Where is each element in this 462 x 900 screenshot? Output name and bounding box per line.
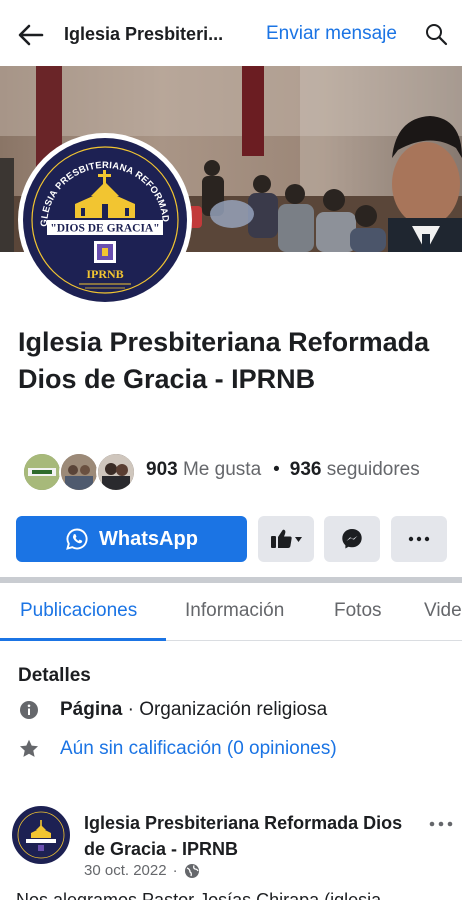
search-icon[interactable] xyxy=(424,22,448,46)
whatsapp-button[interactable]: WhatsApp xyxy=(16,516,247,562)
thumbs-up-icon xyxy=(271,529,302,548)
category-label: Página xyxy=(60,699,123,720)
whatsapp-label: WhatsApp xyxy=(99,527,198,550)
back-arrow-icon[interactable] xyxy=(18,22,44,48)
category-row: Página · Organización religiosa xyxy=(18,697,327,723)
logo-banner-text: "DIOS DE GRACIA" xyxy=(50,223,159,235)
tab-videos[interactable]: Videos xyxy=(424,600,462,622)
friend-avatar xyxy=(96,452,136,492)
details-heading: Detalles xyxy=(18,665,91,686)
post-more-icon[interactable] xyxy=(428,818,454,830)
friend-avatar xyxy=(22,452,62,492)
page-tabs: Publicaciones Información Fotos Videos xyxy=(0,585,462,641)
send-message-link[interactable]: Enviar mensaje xyxy=(266,23,397,45)
category-value: · Organización religiosa xyxy=(122,699,328,720)
followers-count: 936 xyxy=(289,459,322,480)
tab-publicaciones[interactable]: Publicaciones xyxy=(20,600,137,622)
like-button[interactable] xyxy=(258,516,314,562)
stats-separator: • xyxy=(273,459,280,480)
section-divider xyxy=(0,577,462,583)
more-options-button[interactable] xyxy=(391,516,447,562)
post-text: Nos alegramos Pastor Josías Chirapa (igl… xyxy=(16,890,382,900)
active-tab-indicator xyxy=(0,638,166,641)
messenger-button[interactable] xyxy=(324,516,380,562)
tab-informacion[interactable]: Información xyxy=(185,600,284,622)
post-meta: 30 oct. 2022 · xyxy=(84,862,200,879)
star-icon xyxy=(20,739,38,757)
page-name: Iglesia Presbiteriana Reformada Dios de … xyxy=(18,327,430,394)
followers-label: seguidores xyxy=(326,459,420,480)
rating-row: Aún sin calificación (0 opiniones) xyxy=(18,736,337,762)
whatsapp-icon xyxy=(66,528,88,550)
page-stats: 903 Me gusta • 936 seguidores xyxy=(146,459,420,481)
post-date[interactable]: 30 oct. 2022 xyxy=(84,862,167,879)
post-author-avatar[interactable] xyxy=(12,806,70,864)
church-logo: IGLESIA PRESBITERIANA REFORMADA "DIOS DE… xyxy=(23,138,187,302)
friend-avatar xyxy=(59,452,99,492)
page-title-short: Iglesia Presbiteri... xyxy=(64,24,224,44)
globe-icon xyxy=(184,863,199,878)
friend-avatars[interactable] xyxy=(22,452,136,492)
profile-picture[interactable]: IGLESIA PRESBITERIANA REFORMADA "DIOS DE… xyxy=(18,133,192,307)
likes-count: 903 xyxy=(146,459,178,480)
messenger-icon xyxy=(342,529,362,549)
rating-link[interactable]: Aún sin calificación (0 opiniones) xyxy=(60,738,337,760)
likes-label: Me gusta xyxy=(182,459,262,480)
top-bar: Iglesia Presbiteri... Enviar mensaje xyxy=(0,0,462,68)
post-author-name[interactable]: Iglesia Presbiteriana Reformada Dios de … xyxy=(84,810,404,862)
tab-fotos[interactable]: Fotos xyxy=(334,600,382,622)
chevron-down-icon xyxy=(295,537,302,542)
post-meta-separator: · xyxy=(172,862,178,879)
info-icon xyxy=(20,701,38,719)
logo-acronym-text: IPRNB xyxy=(86,267,123,281)
more-dots-icon xyxy=(408,536,430,542)
